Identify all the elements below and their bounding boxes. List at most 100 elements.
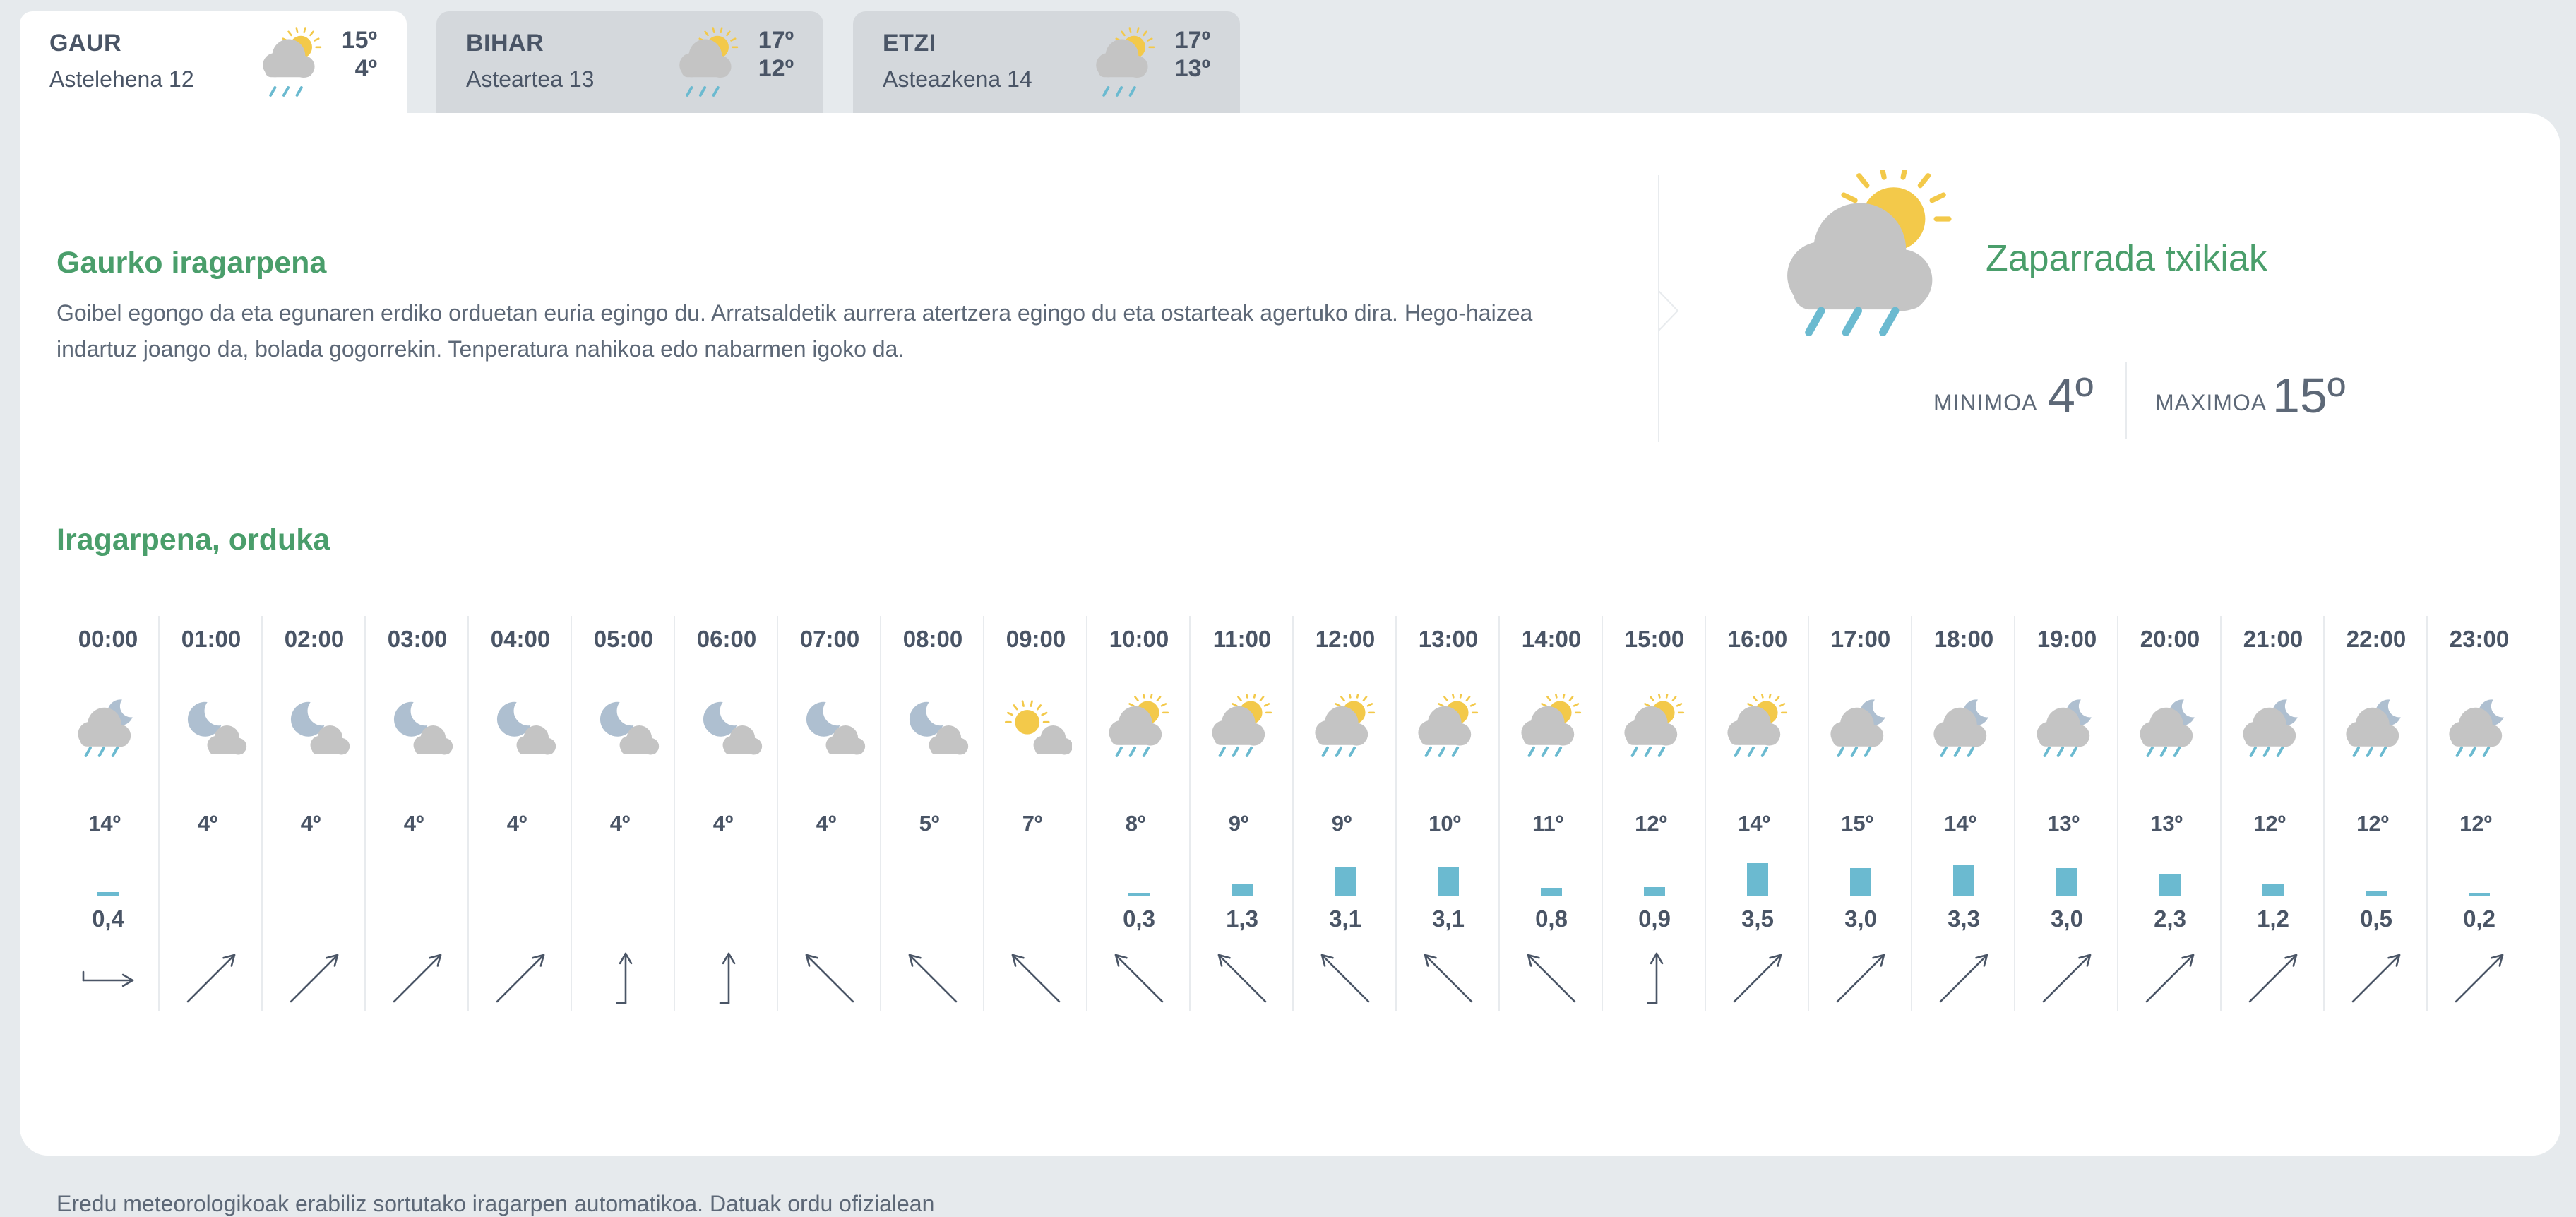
moon-cloud-rain-icon [1933, 699, 1988, 757]
wind-northwest-icon [1527, 954, 1576, 1003]
moon-cloud-rain-icon [2243, 699, 2298, 757]
hour-column: 09:00 7º [984, 616, 1087, 1011]
precipitation-bar [2056, 868, 2077, 896]
precipitation-bar [2262, 884, 2284, 896]
tab-day-label: GAUR [49, 30, 122, 57]
wind-north-icon [719, 952, 736, 1004]
moon-cloud-icon [187, 701, 247, 755]
moon-cloud-icon [290, 701, 350, 755]
hour-column: 12:00 9º 3,1 [1294, 616, 1397, 1011]
hour-time: 10:00 [1109, 626, 1169, 652]
hour-temperature: 12º [2356, 811, 2389, 836]
hour-column: 05:00 4º [572, 616, 675, 1011]
precipitation-bar [1438, 867, 1459, 896]
wind-northwest-icon [1424, 954, 1473, 1003]
hour-time: 06:00 [696, 626, 757, 652]
moon-cloud-rain-icon [2037, 699, 2092, 757]
sun-cloud-rain-icon [1418, 694, 1479, 757]
hour-precipitation: 0,4 [92, 906, 124, 932]
moon-cloud-icon [806, 701, 866, 755]
moon-cloud-rain-icon [2449, 699, 2504, 757]
wind-northeast-icon [1733, 954, 1782, 1003]
wind-northeast-icon [496, 954, 545, 1003]
hour-temperature: 10º [1429, 811, 1461, 836]
precipitation-bar [1747, 863, 1768, 896]
precipitation-bar [1953, 865, 1974, 896]
hour-precipitation: 3,3 [1948, 906, 1980, 932]
precipitation-bar [1541, 888, 1562, 896]
hour-time: 18:00 [1933, 626, 1994, 652]
footnote: Eredu meteorologikoak erabiliz sortutako… [56, 1191, 935, 1216]
hour-time: 01:00 [181, 626, 242, 652]
hour-temperature: 12º [2253, 811, 2286, 836]
sun-cloud-rain-icon [1727, 694, 1788, 757]
wind-northeast-icon [2042, 954, 2092, 1003]
tab-tomorrow[interactable]: BIHAR Asteartea 13 17º 12º [436, 11, 823, 113]
tab-today[interactable]: GAUR Astelehena 12 15º 4º [20, 11, 407, 117]
forecast-card: Gaurko iragarpena Goibel egongo da eta e… [20, 113, 2560, 1216]
min-temp-value: 4º [2048, 368, 2094, 423]
sun-cloud-rain-icon [1212, 694, 1272, 757]
hour-column: 02:00 4º [263, 616, 366, 1011]
hour-column: 16:00 14º 3,5 [1706, 616, 1809, 1011]
hour-column: 21:00 12º 1,2 [2222, 616, 2325, 1011]
moon-cloud-icon [496, 701, 556, 755]
wind-northeast-icon [2351, 954, 2401, 1003]
hour-time: 08:00 [902, 626, 963, 652]
sun-cloud-icon [1005, 700, 1072, 755]
sun-cloud-rain-icon [1624, 694, 1685, 757]
hourly-forecast-title: Iragarpena, orduka [56, 523, 330, 557]
sun-cloud-rain-icon [263, 27, 322, 97]
hour-temperature: 12º [1635, 811, 1667, 836]
hour-time: 22:00 [2346, 626, 2407, 652]
min-temp-label: MINIMOA [1933, 390, 2038, 415]
hour-time: 00:00 [78, 626, 138, 652]
hour-time: 13:00 [1418, 626, 1479, 652]
hour-time: 04:00 [490, 626, 551, 652]
wind-northeast-icon [1939, 954, 1988, 1003]
hour-temperature: 4º [816, 811, 837, 836]
hour-temperature: 4º [712, 811, 734, 836]
hour-precipitation: 3,1 [1432, 906, 1465, 932]
wind-northeast-icon [393, 954, 442, 1003]
wind-north-icon [1647, 952, 1664, 1004]
sun-cloud-rain-icon [679, 27, 739, 97]
sun-cloud-rain-icon [1521, 694, 1582, 757]
hour-temperature: 13º [2150, 811, 2183, 836]
hour-column: 03:00 4º [366, 616, 469, 1011]
today-forecast-title: Gaurko iragarpena [56, 246, 327, 280]
wind-northwest-icon [908, 954, 958, 1003]
hour-column: 20:00 13º 2,3 [2118, 616, 2222, 1011]
tab-date-label: Asteartea 13 [466, 66, 595, 92]
hour-column: 18:00 14º 3,3 [1912, 616, 2015, 1011]
hour-column: 11:00 9º 1,3 [1191, 616, 1294, 1011]
hour-column: 23:00 12º 0,2 [2428, 616, 2531, 1011]
wind-north-icon [616, 952, 633, 1004]
moon-cloud-icon [909, 701, 969, 755]
tab-day-label: ETZI [883, 30, 936, 57]
precipitation-bar [2469, 893, 2490, 896]
tab-day-after[interactable]: ETZI Asteazkena 14 17º 13º [853, 11, 1240, 113]
sun-cloud-rain-icon [1787, 170, 1952, 337]
hour-column: 10:00 8º 0,3 [1087, 616, 1191, 1011]
hour-temperature: 4º [403, 811, 424, 836]
today-forecast-text: Goibel egongo da eta egunaren erdiko ord… [56, 300, 1533, 362]
hour-precipitation: 1,2 [2257, 906, 2289, 932]
hour-precipitation: 0,2 [2463, 906, 2496, 932]
precipitation-bar [1644, 887, 1665, 896]
precipitation-bar [1232, 884, 1253, 896]
tab-date-label: Asteazkena 14 [883, 66, 1032, 92]
wind-northeast-icon [186, 954, 236, 1003]
hour-temperature: 14º [88, 811, 121, 836]
hour-column: 00:00 14º 0,4 [56, 616, 160, 1011]
min-max-divider [2125, 362, 2127, 439]
hour-precipitation: 0,3 [1123, 906, 1155, 932]
hour-time: 20:00 [2140, 626, 2200, 652]
wind-northeast-icon [2145, 954, 2195, 1003]
tab-date-label: Astelehena 12 [49, 66, 194, 92]
hour-temperature: 4º [506, 811, 527, 836]
hour-column: 07:00 4º [778, 616, 881, 1011]
tab-min-temp: 4º [354, 55, 377, 82]
hour-time: 19:00 [2037, 626, 2097, 652]
moon-cloud-rain-icon [2346, 699, 2401, 757]
